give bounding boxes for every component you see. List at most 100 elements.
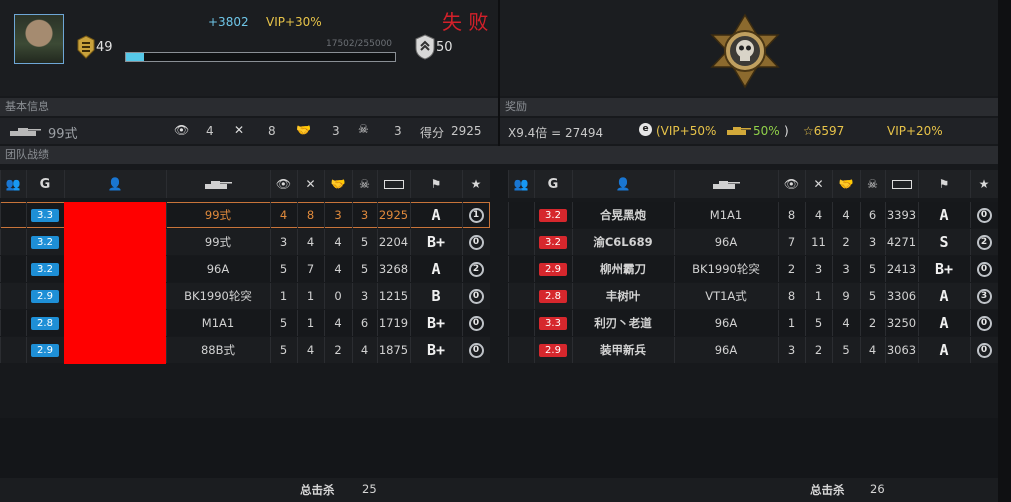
xp-progress-text: 17502/255000 (326, 39, 393, 49)
squad-cell (0, 229, 26, 255)
kills-value: 6 (868, 208, 877, 222)
level-cell: 3.3 (26, 202, 64, 228)
player-level-badge: 2.9 (31, 289, 59, 303)
player-avatar[interactable] (14, 14, 64, 64)
medal-cell: 0 (970, 256, 998, 282)
destroy-value: 1 (814, 289, 823, 303)
grade-cell: B+ (410, 337, 462, 363)
level-cell: 2.9 (534, 337, 572, 363)
player-name (64, 283, 166, 310)
tank-value: M1A1 (709, 208, 743, 222)
vip-bonus: VIP+30% (266, 15, 322, 29)
tank-value: 99式 (204, 235, 232, 249)
basic-destroy: 8 (268, 124, 276, 138)
assist-value: 3 (842, 262, 850, 276)
medal-cell: 0 (462, 229, 490, 255)
damage-value: 1719 (378, 316, 409, 330)
level-badge-icon (77, 35, 95, 59)
reward-close-paren: ) (784, 124, 789, 138)
reward-tank-bonus: 50% (753, 124, 780, 138)
squad-cell (508, 202, 534, 228)
player-name: 渝C6L689 (593, 235, 653, 249)
grade-icon: ⚑ (430, 177, 442, 191)
table-row[interactable]: 2.8 M1A1 5 1 4 6 1719 B+ 0 (0, 310, 490, 337)
medal-cell: 0 (462, 283, 490, 309)
destroy-value: 7 (306, 262, 315, 276)
kills-value: 3 (360, 208, 369, 222)
left-table-header: 👥 G 👤 👁 ✕ 🤝 ☠ ⚑ ★ (0, 170, 490, 198)
destroy-icon: ✕ (813, 177, 824, 191)
rank-shield-icon (415, 34, 435, 60)
table-row[interactable]: 2.9 88B式 5 4 2 4 1875 B+ 0 (0, 337, 490, 364)
assist-icon: 🤝 (296, 123, 311, 137)
destroy-value: 4 (306, 235, 315, 249)
xp-gain: +3802 (208, 15, 249, 29)
table-row[interactable]: 2.9 BK1990轮突 1 1 0 3 1215 B 0 (0, 283, 490, 310)
xp-progress-bar (125, 52, 396, 62)
medal-icon: 0 (976, 342, 992, 358)
grade-badge: A (939, 314, 949, 332)
table-row[interactable]: 2.9 柳州霸刀 BK1990轮突 2 3 3 5 2413 B+ 0 (508, 256, 998, 282)
tank-value: 96A (714, 235, 738, 249)
grade-cell: A (410, 202, 462, 228)
grade-badge: B+ (426, 233, 446, 251)
table-row[interactable]: 3.2 99式 3 4 4 5 2204 B+ 0 (0, 229, 490, 256)
kills-value: 3 (868, 235, 877, 249)
squad-icon: 👥 (513, 177, 529, 191)
level-cell: 2.8 (26, 310, 64, 336)
assist-icon: 🤝 (838, 177, 854, 191)
spot-value: 2 (787, 262, 796, 276)
destroy-value: 5 (814, 316, 823, 330)
medal-icon: 0 (468, 315, 484, 331)
assist-value: 4 (842, 208, 850, 222)
table-row[interactable]: 3.2 合晃黑炮 M1A1 8 4 4 6 3393 A 0 (508, 202, 998, 228)
table-row[interactable]: 3.3 利刃丶老道 96A 1 5 4 2 3250 A 0 (508, 310, 998, 336)
tank-value: 99式 (204, 208, 232, 222)
medal-cell: 3 (970, 283, 998, 309)
assist-value: 9 (842, 289, 850, 303)
tank-value: VT1A式 (705, 289, 747, 303)
eye-icon: 👁 (275, 177, 292, 191)
grade-badge: S (939, 233, 949, 251)
ammo-icon (377, 170, 410, 198)
medal-icon: 0 (976, 207, 992, 223)
spot-value: 7 (787, 235, 796, 249)
table-row[interactable]: 3.2 渝C6L689 96A 7 11 2 3 4271 S 2 (508, 229, 998, 255)
assist-value: 4 (334, 235, 342, 249)
player-level-badge: 3.2 (539, 208, 567, 222)
kills-value: 4 (868, 343, 877, 357)
level-cell: 2.9 (26, 283, 64, 309)
tank-value: BK1990轮突 (184, 289, 252, 303)
player-level-badge: 2.9 (539, 343, 567, 357)
reward-stars: ☆6597 (803, 124, 845, 138)
grade-badge: A (939, 206, 949, 224)
medal-icon: ★ (470, 177, 482, 191)
damage-value: 3393 (886, 208, 917, 222)
grade-badge: A (939, 287, 949, 305)
spot-value: 1 (279, 289, 288, 303)
player-level-badge: 3.2 (31, 235, 59, 249)
grade-cell: A (918, 202, 970, 228)
medal-icon: ★ (978, 177, 990, 191)
medal-icon: 0 (468, 342, 484, 358)
assist-value: 4 (842, 316, 850, 330)
spot-value: 4 (279, 208, 288, 222)
table-row[interactable]: 2.9 装甲新兵 96A 3 2 5 4 3063 A 0 (508, 337, 998, 363)
spot-value: 1 (787, 316, 796, 330)
squad-cell (508, 256, 534, 282)
player-icon: 👤 (615, 177, 631, 191)
destroy-icon: ✕ (234, 123, 245, 137)
level-cell: 3.3 (534, 310, 572, 336)
medal-cell: 0 (970, 337, 998, 363)
assist-value: 0 (334, 289, 342, 303)
table-row[interactable]: 3.3 99式 4 8 3 3 2925 A 1 (0, 202, 490, 229)
grade-badge: A (431, 260, 441, 278)
kills-value: 2 (868, 316, 877, 330)
table-row[interactable]: 2.8 丰树叶 VT1A式 8 1 9 5 3306 A 3 (508, 283, 998, 309)
basic-spot: 4 (206, 124, 214, 138)
squad-cell (0, 283, 26, 309)
tank-icon (10, 128, 41, 136)
right-edge (998, 0, 1011, 502)
basic-tank-name: 99式 (48, 127, 78, 142)
table-row[interactable]: 3.2 96A 5 7 4 5 3268 A 2 (0, 256, 490, 283)
